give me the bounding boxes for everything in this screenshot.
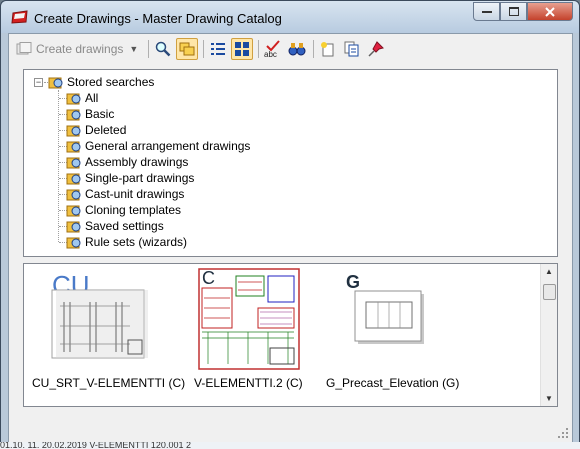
title-bar[interactable]: Create Drawings - Master Drawing Catalog: [1, 1, 579, 33]
tree-item-label: Rule sets (wizards): [85, 235, 188, 249]
binoculars-icon: [288, 43, 306, 56]
stored-search-folder-icon: [66, 141, 81, 153]
toolbar-separator: [148, 40, 150, 58]
tree-item[interactable]: Basic: [66, 106, 114, 122]
create-drawings-dropdown[interactable]: Create drawings ▼: [13, 38, 141, 60]
tree-item-label: All: [85, 91, 99, 105]
scroll-down-icon[interactable]: ▼: [545, 394, 553, 403]
pin-button[interactable]: [365, 38, 387, 60]
thumbnail-view-button[interactable]: [231, 38, 254, 60]
stored-search-folder-icon: [48, 77, 63, 89]
binoculars-button[interactable]: [286, 38, 308, 60]
new-sheet-icon: [321, 42, 334, 57]
tree-root-item[interactable]: Stored searches: [48, 74, 154, 90]
copy-sheet-button[interactable]: [341, 38, 363, 60]
thumbnail-view-icon: [235, 42, 250, 56]
tree-item-label: Cast-unit drawings: [85, 187, 185, 201]
resize-grip-icon[interactable]: [557, 427, 569, 439]
stored-search-folder-icon: [66, 205, 81, 217]
filter-icon: [179, 42, 195, 56]
toolbar-separator: [313, 40, 315, 58]
dialog-body: Create drawings ▼ abc − Stored searches …: [8, 33, 573, 443]
close-icon: [545, 6, 555, 17]
thumbnail-label: V-ELEMENTTI.2 (C): [194, 376, 303, 390]
copy-sheet-icon: [344, 41, 359, 57]
vertical-scrollbar[interactable]: ▲ ▼: [540, 264, 557, 406]
search-button[interactable]: [152, 38, 174, 60]
search-icon: [156, 41, 171, 57]
tree-item-label: Assembly drawings: [85, 155, 189, 169]
window-title: Create Drawings - Master Drawing Catalog: [34, 11, 282, 26]
stored-search-folder-icon: [66, 221, 81, 233]
tree-root-label: Stored searches: [67, 75, 155, 89]
stored-searches-tree: − Stored searches All Basic Deleted General…: [23, 69, 558, 257]
tree-item[interactable]: Saved settings: [66, 218, 164, 234]
list-view-icon: [211, 43, 226, 55]
pin-icon: [368, 41, 385, 57]
new-sheet-button[interactable]: [317, 38, 339, 60]
chevron-down-icon: ▼: [129, 44, 139, 54]
spell-check-button[interactable]: abc: [262, 38, 284, 60]
toolbar: Create drawings ▼ abc: [13, 37, 389, 61]
tree-item-label: Saved settings: [85, 219, 164, 233]
spell-check-icon: abc: [264, 40, 281, 58]
minimize-icon: [481, 10, 492, 13]
stored-search-folder-icon: [66, 93, 81, 105]
background-window-row: 01.10. 11. 20.02.2019 V-ELEMENTTI 120.00…: [0, 442, 580, 449]
tree-item[interactable]: Assembly drawings: [66, 154, 188, 170]
tree-item[interactable]: All: [66, 90, 98, 106]
maximize-icon: [508, 7, 519, 16]
stored-search-folder-icon: [66, 189, 81, 201]
thumbnail-badge: C: [202, 268, 215, 288]
stored-search-folder-icon: [66, 109, 81, 121]
stored-search-folder-icon: [66, 125, 81, 137]
tree-item-label: Basic: [85, 107, 115, 121]
close-button[interactable]: [527, 2, 573, 21]
tree-item-label: Cloning templates: [85, 203, 182, 217]
stored-search-folder-icon: [66, 157, 81, 169]
app-icon: [11, 10, 28, 24]
create-drawings-window: Create Drawings - Master Drawing Catalog…: [0, 0, 580, 449]
scroll-up-icon[interactable]: ▲: [545, 267, 553, 276]
tree-item[interactable]: Cloning templates: [66, 202, 181, 218]
drawing-preview-icon: [354, 290, 424, 344]
tree-item[interactable]: General arrangement drawings: [66, 138, 250, 154]
toolbar-separator: [203, 40, 205, 58]
list-view-button[interactable]: [207, 38, 229, 60]
tree-item-label: Deleted: [85, 123, 127, 137]
minimize-button[interactable]: [473, 2, 500, 21]
thumbnail-label: CU_SRT_V-ELEMENTTI (C): [32, 376, 186, 390]
svg-text:abc: abc: [264, 50, 277, 58]
tree-item[interactable]: Rule sets (wizards): [66, 234, 187, 250]
tree-item[interactable]: Single-part drawings: [66, 170, 194, 186]
create-drawings-icon: [16, 42, 32, 55]
stored-search-folder-icon: [66, 173, 81, 185]
drawing-thumbnails-panel: CU CU_SRT_V-ELEMENTTI (C) C V-ELEMENTTI.…: [23, 263, 558, 407]
thumbnail-label: G_Precast_Elevation (G): [326, 376, 460, 390]
tree-item[interactable]: Cast-unit drawings: [66, 186, 184, 202]
maximize-button[interactable]: [500, 2, 527, 21]
stored-search-folder-icon: [66, 237, 81, 249]
filter-button[interactable]: [176, 38, 199, 60]
toolbar-separator: [258, 40, 260, 58]
scroll-thumb[interactable]: [543, 284, 556, 300]
create-drawings-label: Create drawings: [36, 42, 124, 56]
drawing-preview-icon: [51, 289, 148, 359]
tree-item-label: General arrangement drawings: [85, 139, 251, 153]
tree-item[interactable]: Deleted: [66, 122, 126, 138]
collapse-toggle[interactable]: −: [34, 78, 43, 87]
tree-item-label: Single-part drawings: [85, 171, 195, 185]
